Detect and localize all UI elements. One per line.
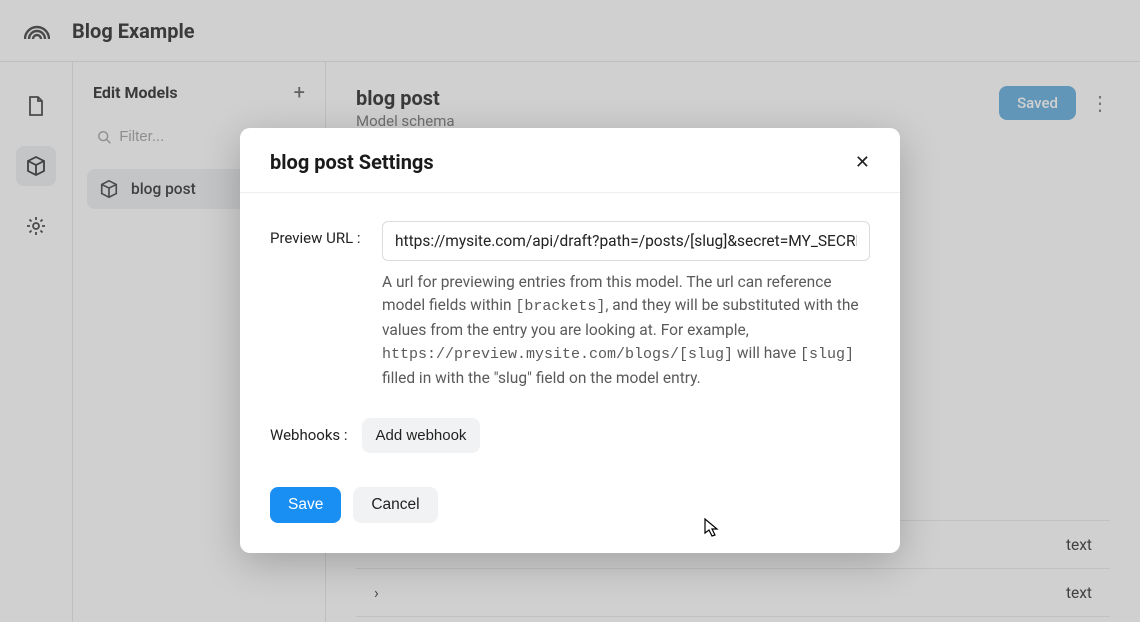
modal-title: blog post Settings <box>270 150 434 174</box>
save-button[interactable]: Save <box>270 487 341 523</box>
settings-modal: blog post Settings ✕ Preview URL : A url… <box>240 128 900 553</box>
add-webhook-button[interactable]: Add webhook <box>362 418 481 453</box>
webhooks-label: Webhooks : <box>270 426 348 444</box>
cancel-button[interactable]: Cancel <box>353 487 437 523</box>
preview-url-help: A url for previewing entries from this m… <box>382 271 870 390</box>
close-icon[interactable]: ✕ <box>855 152 870 173</box>
preview-url-label: Preview URL : <box>270 221 370 247</box>
preview-url-input[interactable] <box>382 221 870 261</box>
